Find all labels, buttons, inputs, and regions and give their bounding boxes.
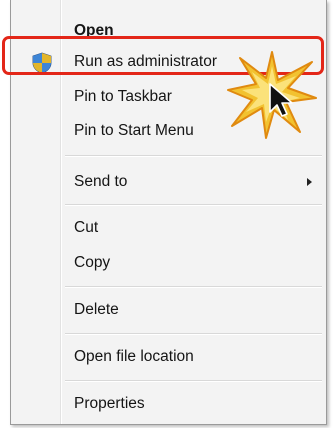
uac-shield-icon: [32, 52, 52, 74]
menu-separator: [65, 380, 322, 382]
menu-item-open-label: Open: [74, 22, 114, 39]
menu-item-delete-label: Delete: [74, 301, 119, 318]
menu-item-open-file-location-label: Open file location: [74, 348, 194, 365]
context-menu: Open Run as administrator Pin to Taskbar…: [10, 0, 327, 425]
menu-separator: [65, 204, 322, 206]
menu-item-run-as-administrator[interactable]: Run as administrator: [13, 45, 324, 79]
menu-item-run-as-administrator-label: Run as administrator: [74, 53, 218, 70]
submenu-arrow-icon: [307, 178, 312, 186]
menu-item-properties[interactable]: Properties: [13, 387, 324, 421]
menu-item-properties-label: Properties: [74, 395, 145, 412]
menu-item-copy[interactable]: Copy: [13, 246, 324, 280]
menu-item-pin-to-start-menu[interactable]: Pin to Start Menu: [13, 114, 324, 148]
menu-item-cut-label: Cut: [74, 219, 99, 236]
menu-separator: [65, 286, 322, 288]
menu-item-cut[interactable]: Cut: [13, 211, 324, 245]
menu-item-open[interactable]: Open: [13, 14, 324, 48]
menu-item-copy-label: Copy: [74, 254, 111, 271]
menu-separator: [65, 155, 322, 157]
menu-item-delete[interactable]: Delete: [13, 293, 324, 327]
menu-item-send-to-label: Send to: [74, 173, 128, 190]
menu-item-send-to[interactable]: Send to: [13, 165, 324, 199]
menu-item-open-file-location[interactable]: Open file location: [13, 340, 324, 374]
menu-item-pin-to-taskbar-label: Pin to Taskbar: [74, 88, 172, 105]
menu-item-pin-to-start-menu-label: Pin to Start Menu: [74, 122, 194, 139]
menu-separator: [65, 333, 322, 335]
menu-item-pin-to-taskbar[interactable]: Pin to Taskbar: [13, 80, 324, 114]
